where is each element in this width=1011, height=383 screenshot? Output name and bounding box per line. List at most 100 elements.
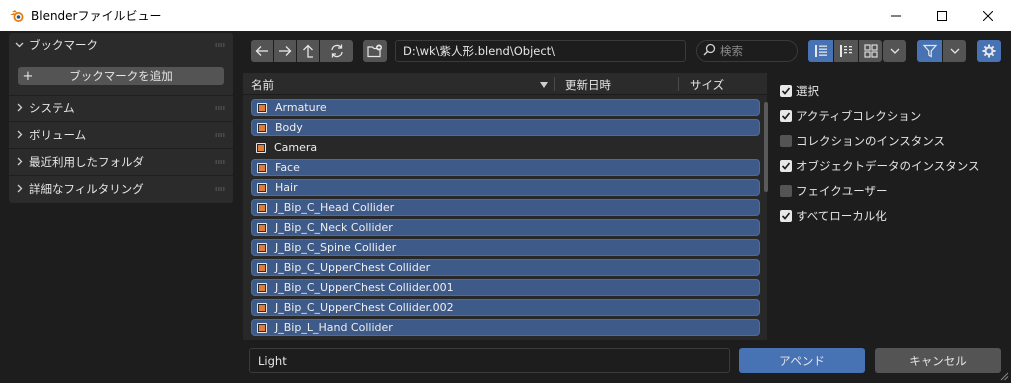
sidebar-item-advanced-filter[interactable]: 詳細なフィルタリング [9,177,233,201]
new-folder-icon [367,44,382,58]
sidebar-item-label: 詳細なフィルタリング [29,182,144,196]
maximize-button[interactable] [919,0,965,31]
list-header: 名前 更新日時 サイズ [243,73,767,95]
column-separator[interactable] [678,77,679,91]
new-folder-button[interactable] [363,40,387,62]
checkbox-checked-icon[interactable] [780,210,792,222]
add-bookmark-button[interactable]: + ブックマークを追加 [18,67,224,85]
file-row-camera[interactable]: Camera [251,139,760,156]
sidebar-item-volumes[interactable]: ボリューム [9,123,233,147]
file-row-armature[interactable]: Armature [251,99,760,116]
checkbox-unchecked-icon[interactable] [780,185,792,197]
file-list[interactable]: 名前 更新日時 サイズ Armature Body Camera Face Ha… [243,73,767,340]
file-name: J_Bip_C_UpperChest Collider [275,261,431,274]
search-field[interactable] [696,40,798,62]
option-make-local[interactable]: すべてローカル化 [780,208,887,224]
gear-icon [982,44,996,58]
file-row-hair[interactable]: Hair [251,179,760,196]
option-label: アクティブコレクション [796,109,922,123]
object-icon [257,102,267,113]
bookmarks-label: ブックマーク [29,38,98,52]
checkbox-unchecked-icon[interactable] [780,135,792,147]
append-button[interactable]: アペンド [739,348,865,373]
vertical-list-icon [814,45,827,57]
option-label: すべてローカル化 [796,209,887,223]
file-row-face[interactable]: Face [251,159,760,176]
column-header-name[interactable]: 名前 [251,77,274,93]
chevron-right-icon [9,129,29,142]
arrow-up-icon [303,44,313,58]
file-row[interactable]: J_Bip_C_UpperChest Collider.001 [251,279,760,296]
option-active-collection[interactable]: アクティブコレクション [780,108,921,124]
parent-directory-button[interactable] [297,40,319,62]
cancel-button[interactable]: キャンセル [875,348,1001,373]
checkbox-checked-icon[interactable] [780,160,792,172]
chevron-right-icon [9,102,29,115]
search-icon [703,43,716,59]
drag-grip-icon[interactable] [215,106,225,110]
sidebar-item-label: システム [29,101,75,115]
resize-grip-icon[interactable] [999,371,1009,381]
file-row-body[interactable]: Body [251,119,760,136]
directory-path-field[interactable]: D:\wk\紫人形.blend\Object\ [395,40,686,62]
file-row[interactable]: J_Bip_C_UpperChest Collider [251,259,760,276]
sidebar: ブックマーク + ブックマークを追加 システム ボリューム 最近利用したフォルダ… [9,33,233,203]
checkbox-checked-icon[interactable] [780,85,792,97]
filename-field[interactable] [249,348,730,373]
blender-logo-icon [9,8,25,24]
option-instance-collections[interactable]: コレクションのインスタンス [780,133,945,149]
file-list-scrollbar[interactable] [764,102,768,192]
filter-toggle-button[interactable] [917,40,942,62]
object-icon [257,262,267,273]
drag-grip-icon[interactable] [215,133,225,137]
column-header-size[interactable]: サイズ [690,77,724,93]
add-bookmark-label: ブックマークを追加 [69,69,173,83]
option-label: オブジェクトデータのインスタンス [796,159,980,173]
display-mode-thumbnails-button[interactable] [859,40,882,62]
sidebar-item-system[interactable]: システム [9,96,233,120]
arrow-right-icon [279,46,292,56]
filter-icon [922,44,937,58]
back-button[interactable] [251,40,273,62]
file-row[interactable]: J_Bip_L_Hand Collider [251,319,760,336]
checkbox-checked-icon[interactable] [780,110,792,122]
file-row[interactable]: J_Bip_C_UpperChest Collider.002 [251,299,760,316]
close-button[interactable] [965,0,1011,31]
options-toggle-button[interactable] [977,40,1001,62]
bookmarks-panel-header[interactable]: ブックマーク [9,33,233,57]
option-instance-object-data[interactable]: オブジェクトデータのインスタンス [780,158,980,174]
object-icon [257,322,267,333]
file-row[interactable]: J_Bip_C_Spine Collider [251,239,760,256]
forward-button[interactable] [274,40,296,62]
plus-icon: + [22,68,34,84]
file-row[interactable]: J_Bip_C_Head Collider [251,199,760,216]
cancel-button-label: キャンセル [909,353,967,368]
display-mode-horizontal-list-button[interactable] [834,40,858,62]
object-icon [256,142,266,153]
column-separator[interactable] [554,77,555,91]
divider [9,148,233,149]
sidebar-item-recent[interactable]: 最近利用したフォルダ [9,150,233,174]
drag-grip-icon[interactable] [215,187,225,191]
chevron-down-icon [950,48,959,54]
refresh-button[interactable] [320,40,353,62]
display-mode-vertical-list-button[interactable] [808,40,833,62]
drag-grip-icon[interactable] [215,160,225,164]
sort-descending-icon[interactable] [540,79,548,92]
option-select[interactable]: 選択 [780,83,819,99]
file-name: J_Bip_C_UpperChest Collider.001 [275,281,454,294]
column-header-modified[interactable]: 更新日時 [565,77,611,93]
object-icon [257,222,267,233]
drag-grip-icon[interactable] [215,43,225,47]
search-input[interactable] [720,44,790,58]
close-icon [983,10,993,21]
option-fake-user[interactable]: フェイクユーザー [780,183,888,199]
minimize-button[interactable] [873,0,919,31]
display-settings-dropdown-button[interactable] [883,40,906,62]
filter-settings-dropdown-button[interactable] [943,40,966,62]
file-row[interactable]: J_Bip_C_Neck Collider [251,219,760,236]
divider [9,121,233,122]
filename-input[interactable] [258,353,718,368]
file-name: J_Bip_C_UpperChest Collider.002 [275,301,454,314]
option-label: フェイクユーザー [796,184,888,198]
